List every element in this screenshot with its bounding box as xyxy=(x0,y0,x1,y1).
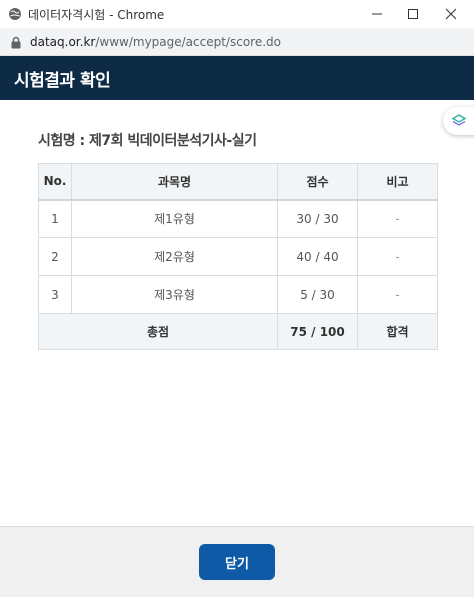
url-path: /www/mypage/accept/score.do xyxy=(95,35,281,49)
table-row: 1 제1유형 30 / 30 - xyxy=(38,199,438,238)
total-score: 75 / 100 xyxy=(277,313,358,350)
column-header: No. xyxy=(38,163,72,201)
table-header-row: No. 과목명 점수 비고 xyxy=(38,163,438,201)
close-button[interactable]: 닫기 xyxy=(199,544,275,580)
pass-result: 합격 xyxy=(357,313,438,350)
note-cell: - xyxy=(357,237,438,276)
score-table: No. 과목명 점수 비고 1 제1유형 30 / 30 - 2 제2유형 40… xyxy=(38,163,438,350)
total-label: 총점 xyxy=(38,313,278,350)
note-cell: - xyxy=(357,275,438,314)
subject-cell: 제3유형 xyxy=(71,275,278,314)
maximize-icon xyxy=(408,9,418,19)
window-title: 데이터자격시험 - Chrome xyxy=(28,8,165,22)
page-title: 시험결과 확인 xyxy=(14,70,111,91)
score-cell: 5 / 30 xyxy=(277,275,358,314)
url-host: dataq.or.kr xyxy=(30,35,96,49)
row-number: 3 xyxy=(38,275,72,314)
url-text[interactable]: dataq.or.kr/www/mypage/accept/score.do xyxy=(30,35,281,49)
minimize-icon xyxy=(372,13,382,15)
subject-cell: 제1유형 xyxy=(71,199,278,238)
column-header: 비고 xyxy=(357,163,438,201)
total-row: 총점 75 / 100 합격 xyxy=(38,313,438,350)
note-cell: - xyxy=(357,199,438,238)
address-bar[interactable]: dataq.or.kr/www/mypage/accept/score.do xyxy=(0,28,474,56)
row-number: 2 xyxy=(38,237,72,276)
column-header: 과목명 xyxy=(71,163,278,201)
table-row: 3 제3유형 5 / 30 - xyxy=(38,275,438,314)
row-number: 1 xyxy=(38,199,72,238)
score-cell: 30 / 30 xyxy=(277,199,358,238)
lock-icon xyxy=(11,36,21,49)
side-widget-button[interactable] xyxy=(443,107,474,135)
maximize-button[interactable] xyxy=(392,0,434,28)
column-header: 점수 xyxy=(277,163,358,201)
window-titlebar: 데이터자격시험 - Chrome xyxy=(0,0,474,28)
close-icon xyxy=(445,8,457,20)
close-window-button[interactable] xyxy=(430,0,472,28)
layers-icon xyxy=(451,114,467,126)
subject-cell: 제2유형 xyxy=(71,237,278,276)
page-header: 시험결과 확인 xyxy=(0,56,474,100)
table-row: 2 제2유형 40 / 40 - xyxy=(38,237,438,276)
score-cell: 40 / 40 xyxy=(277,237,358,276)
exam-name: 시험명 : 제7회 빅데이터분석기사-실기 xyxy=(38,133,257,149)
globe-icon xyxy=(9,8,21,20)
